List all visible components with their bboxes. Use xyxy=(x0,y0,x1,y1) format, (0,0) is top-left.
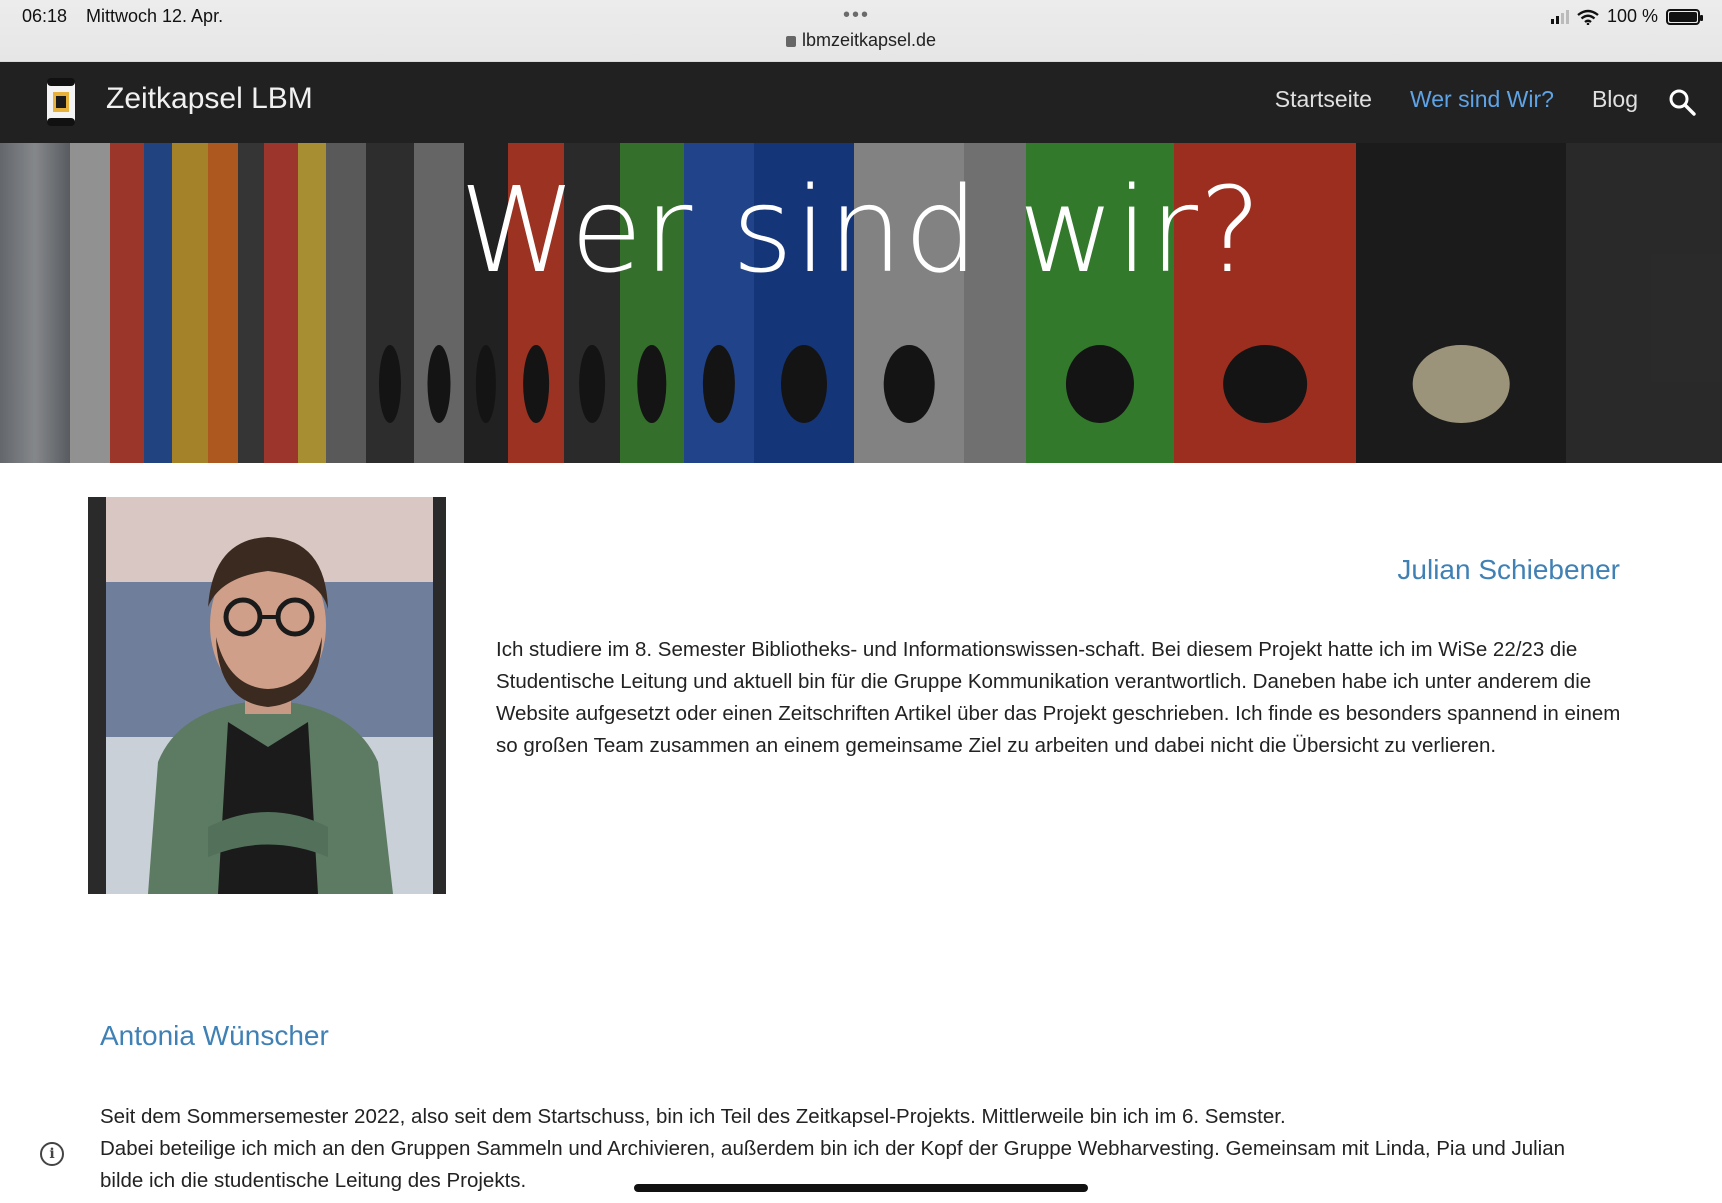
time-capsule-logo-icon[interactable] xyxy=(44,74,78,130)
member-bio-antonia: Seit dem Sommersemester 2022, also seit … xyxy=(100,1101,1600,1197)
home-indicator[interactable] xyxy=(634,1184,1088,1192)
nav-link-wer-sind-wir[interactable]: Wer sind Wir? xyxy=(1410,86,1554,113)
battery-percent: 100 % xyxy=(1606,6,1658,26)
page-title: Wer sind wir? xyxy=(459,161,1263,299)
status-date: Mittwoch 12. Apr. xyxy=(86,6,224,26)
address-bar[interactable]: lbmzeitkapsel.de xyxy=(0,30,1722,51)
julian-portrait-photo xyxy=(88,497,446,894)
member-name-antonia: Antonia Wünscher xyxy=(100,1020,329,1051)
search-icon[interactable] xyxy=(1668,88,1696,116)
ios-status-bar: 06:18 Mittwoch 12. Apr. ••• lbmzeitkapse… xyxy=(0,0,1722,62)
hero-banner: Wer sind wir? xyxy=(0,143,1722,463)
nav-link-blog[interactable]: Blog xyxy=(1592,86,1638,113)
member-bio-julian: Ich studiere im 8. Semester Bibliotheks-… xyxy=(496,638,1621,757)
info-icon[interactable]: i xyxy=(40,1142,64,1166)
main-nav: Startseite Wer sind Wir? Blog xyxy=(1275,86,1638,113)
site-title[interactable]: Zeitkapsel LBM xyxy=(106,82,313,116)
status-time: 06:18 xyxy=(22,6,68,26)
bio-line: Seit dem Sommersemester 2022, also seit … xyxy=(100,1105,1286,1128)
member-name-julian: Julian Schiebener xyxy=(1397,554,1620,585)
site-navbar: Zeitkapsel LBM Startseite Wer sind Wir? … xyxy=(0,62,1722,143)
lock-icon xyxy=(785,36,796,47)
multitasking-dots-icon[interactable]: ••• xyxy=(843,4,870,27)
url-text: lbmzeitkapsel.de xyxy=(801,30,937,50)
signal-icon xyxy=(1550,9,1569,24)
wifi-icon xyxy=(1577,9,1599,25)
battery-icon xyxy=(1666,8,1703,25)
status-indicators: 100 % xyxy=(1550,6,1703,27)
nav-link-startseite[interactable]: Startseite xyxy=(1275,86,1372,113)
